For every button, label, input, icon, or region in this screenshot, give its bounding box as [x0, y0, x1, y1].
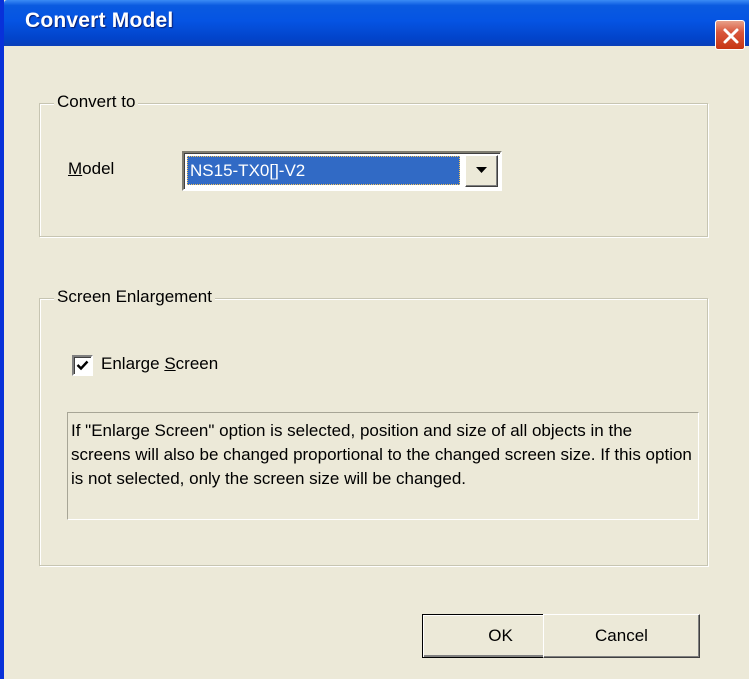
- chevron-down-icon: [476, 167, 487, 173]
- enlarge-screen-checkbox[interactable]: [72, 355, 93, 376]
- model-label-text: odel: [82, 159, 115, 178]
- model-select-value: NS15-TX0[]-V2: [187, 156, 460, 185]
- enlarge-screen-label-suffix: creen: [175, 354, 219, 373]
- enlarge-screen-label[interactable]: Enlarge Screen: [101, 354, 218, 374]
- check-icon: [76, 360, 89, 371]
- convert-model-dialog: Convert Model Convert to Model NS15-TX0[…: [0, 0, 749, 679]
- convert-to-legend: Convert to: [54, 92, 139, 112]
- model-label: Model: [68, 159, 114, 179]
- model-label-accesskey: M: [68, 159, 83, 178]
- screen-enlargement-legend: Screen Enlargement: [54, 287, 215, 307]
- model-select[interactable]: NS15-TX0[]-V2: [182, 151, 502, 191]
- window-title: Convert Model: [25, 9, 174, 32]
- enlarge-screen-label-accesskey: S: [164, 354, 176, 373]
- cancel-button[interactable]: Cancel: [543, 614, 700, 658]
- enlarge-screen-description: If "Enlarge Screen" option is selected, …: [67, 412, 699, 520]
- model-dropdown-button[interactable]: [465, 155, 498, 187]
- title-bar[interactable]: Convert Model: [4, 0, 749, 46]
- close-icon: [723, 28, 739, 44]
- close-button[interactable]: [715, 20, 745, 50]
- enlarge-screen-label-prefix: Enlarge: [101, 354, 165, 373]
